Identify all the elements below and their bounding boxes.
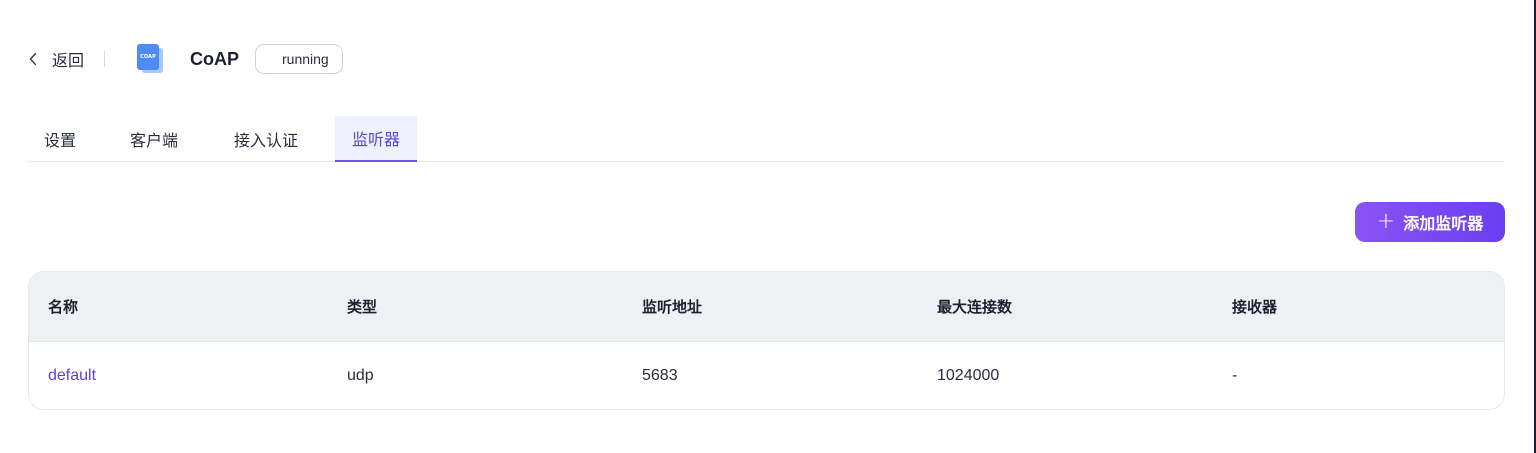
column-header-acceptors: 接收器	[1232, 298, 1278, 316]
add-listener-button[interactable]: + 添加监听器	[1355, 202, 1505, 242]
tab-authentication[interactable]: 接入认证	[222, 116, 310, 162]
column-header-bind-address: 监听地址	[642, 298, 703, 316]
plus-icon: +	[1376, 209, 1396, 234]
header-divider	[104, 51, 106, 67]
listener-acceptors: -	[1232, 367, 1238, 384]
status-badge: running	[255, 44, 343, 74]
back-label: 返回	[52, 51, 85, 70]
listener-page: 返回 COAP CoAP running 设置 客户端 接入认证 监听器 + 添…	[0, 0, 1536, 453]
table-header: 名称 类型 监听地址 最大连接数 接收器	[29, 272, 1504, 342]
page-header: 返回 COAP CoAP running	[28, 38, 343, 80]
back-button[interactable]: 返回	[28, 47, 84, 71]
page-title: CoAP	[190, 48, 240, 69]
tab-settings[interactable]: 设置	[28, 116, 92, 162]
tab-listeners[interactable]: 监听器	[335, 116, 417, 162]
listener-name-link[interactable]: default	[48, 342, 96, 409]
listeners-table: 名称 类型 监听地址 最大连接数 接收器 default udp 5683 10…	[28, 271, 1505, 410]
listener-type: udp	[347, 367, 374, 384]
add-listener-label: 添加监听器	[1403, 214, 1484, 233]
coap-logo-icon: COAP	[137, 44, 164, 74]
logo-text: COAP	[140, 54, 156, 60]
column-header-max-connections: 最大连接数	[937, 298, 1013, 316]
listener-max-connections: 1024000	[937, 367, 1000, 384]
column-header-name: 名称	[48, 298, 79, 316]
tab-clients[interactable]: 客户端	[118, 116, 190, 162]
tab-bar: 设置 客户端 接入认证 监听器	[28, 114, 1504, 162]
table-row: default udp 5683 1024000 -	[29, 342, 1504, 409]
column-header-type: 类型	[347, 298, 378, 316]
listener-bind-address: 5683	[642, 367, 678, 384]
chevron-left-icon	[29, 52, 37, 66]
